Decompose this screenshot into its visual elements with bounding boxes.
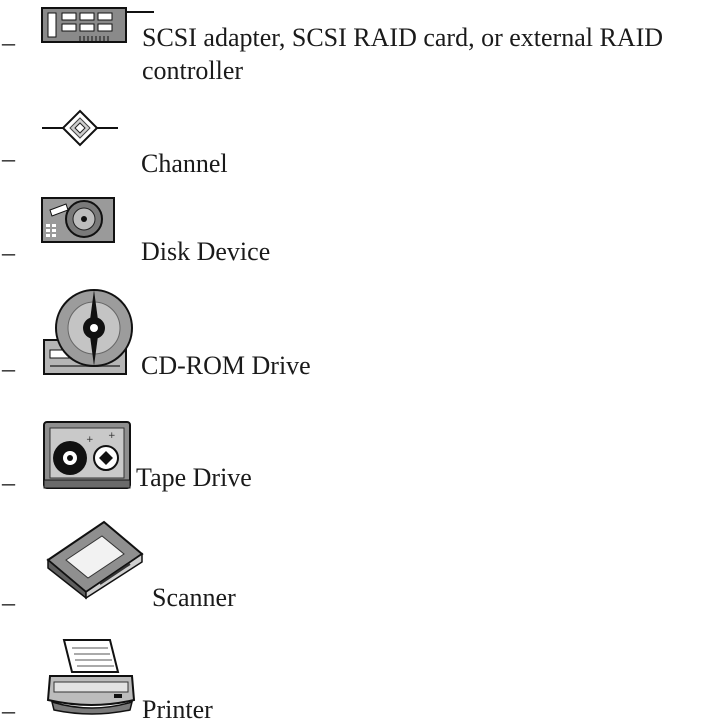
item-label-continued: controller [142, 56, 244, 85]
list-bullet: – [2, 468, 15, 497]
svg-text:+: + [86, 435, 94, 445]
item-label: Scanner [152, 583, 236, 612]
tape-drive-icon: + + [42, 420, 134, 492]
item-label: Tape Drive [136, 463, 252, 492]
list-bullet: – [2, 354, 15, 383]
item-label: Printer [142, 695, 213, 724]
list-bullet: – [2, 144, 15, 173]
item-label: SCSI adapter, SCSI RAID card, or externa… [142, 23, 664, 52]
list-bullet: – [2, 28, 15, 57]
list-bullet: – [2, 696, 15, 725]
item-label: Channel [141, 149, 228, 178]
cd-rom-drive-icon [42, 286, 134, 378]
channel-icon [40, 108, 120, 148]
item-label: CD-ROM Drive [141, 351, 311, 380]
list-bullet: – [2, 588, 15, 617]
disk-device-icon [40, 196, 116, 244]
svg-text:+: + [108, 431, 116, 441]
scanner-icon [44, 520, 150, 600]
item-label: Disk Device [141, 237, 271, 266]
scsi-adapter-icon [40, 2, 158, 46]
list-bullet: – [2, 238, 15, 267]
printer-icon [44, 636, 140, 716]
